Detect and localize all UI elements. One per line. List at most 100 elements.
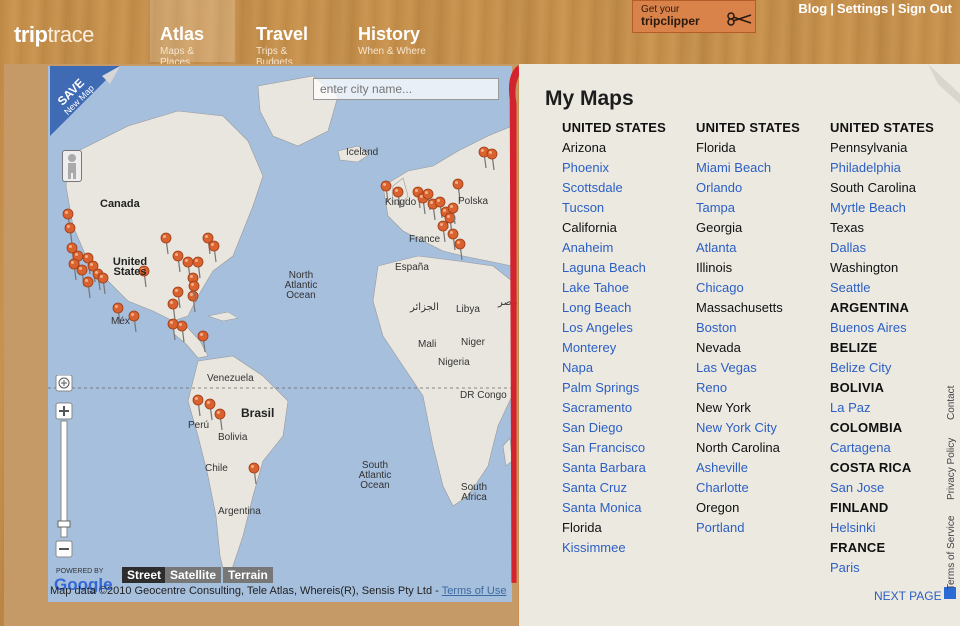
city-link[interactable]: Dallas [830,238,960,258]
side-links: Contact Privacy Policy Terms of Service [944,386,960,590]
map-pin-icon[interactable] [454,238,466,261]
city-link[interactable]: Sacramento [562,398,692,418]
city-link[interactable]: Charlotte [696,478,826,498]
city-link[interactable]: New York City [696,418,826,438]
label-libya: Libya [456,304,480,315]
map-pin-icon[interactable] [486,148,498,171]
city-link[interactable]: Napa [562,358,692,378]
city-link[interactable]: Santa Monica [562,498,692,518]
map-type-terrain[interactable]: Terrain [223,567,273,583]
tab-history-title: History [358,24,421,44]
map-pin-icon[interactable] [204,398,216,421]
city-link[interactable]: Tampa [696,198,826,218]
city-link[interactable]: Orlando [696,178,826,198]
map-pin-icon[interactable] [208,240,220,263]
state-heading: North Carolina [696,440,780,455]
next-page-link[interactable]: NEXT PAGE [874,589,942,603]
map-type-street[interactable]: Street [122,567,167,583]
label-argentina: Argentina [218,506,261,517]
city-link[interactable]: Seattle [830,278,960,298]
city-link[interactable]: Santa Cruz [562,478,692,498]
city-link[interactable]: Monterey [562,338,692,358]
city-link[interactable]: Tucson [562,198,692,218]
settings-link[interactable]: Settings [837,1,888,16]
label-niger: Niger [461,337,485,348]
label-brasil: Brasil [241,406,275,420]
city-link[interactable]: Reno [696,378,826,398]
map-pin-icon[interactable] [197,330,209,353]
map-pin-icon[interactable] [160,232,172,255]
tab-atlas[interactable]: Atlas Maps & Places [150,0,235,68]
city-link[interactable]: Laguna Beach [562,258,692,278]
map-type-satellite[interactable]: Satellite [165,567,222,583]
map-pin-icon[interactable] [82,276,94,299]
country-heading: COLOMBIA [830,420,903,435]
city-link[interactable]: Paris [830,558,960,578]
label-south-africa: South Africa [460,482,488,503]
city-link[interactable]: Anaheim [562,238,692,258]
city-link[interactable]: Santa Barbara [562,458,692,478]
map-pin-icon[interactable] [248,462,260,485]
city-link[interactable]: Cartagena [830,438,960,458]
map-pin-icon[interactable] [64,222,76,245]
city-link[interactable]: San Diego [562,418,692,438]
zoom-control[interactable] [54,375,74,565]
street-view-pegman[interactable] [62,150,82,182]
city-link[interactable]: Lake Tahoe [562,278,692,298]
blog-link[interactable]: Blog [798,1,827,16]
map-pin-icon[interactable] [172,250,184,273]
city-link[interactable]: Las Vegas [696,358,826,378]
city-link[interactable]: La Paz [830,398,960,418]
city-link[interactable]: Atlanta [696,238,826,258]
tab-travel[interactable]: Travel Trips & Budgets [246,0,336,68]
city-search-input[interactable] [313,78,499,100]
tab-history[interactable]: History When & Where [348,0,438,62]
state-heading: Nevada [696,340,741,355]
map-pin-icon[interactable] [176,320,188,343]
contact-link[interactable]: Contact [946,386,957,420]
label-algeria: الجزائر [410,302,439,313]
map-pin-icon[interactable] [167,318,179,341]
terms-of-service-link[interactable]: Terms of Service [946,516,957,590]
city-link[interactable]: San Francisco [562,438,692,458]
city-link[interactable]: Asheville [696,458,826,478]
map-pin-icon[interactable] [192,394,204,417]
city-link[interactable]: Chicago [696,278,826,298]
city-link[interactable]: Long Beach [562,298,692,318]
privacy-policy-link[interactable]: Privacy Policy [946,438,957,500]
city-link[interactable]: Boston [696,318,826,338]
city-link[interactable]: Portland [696,518,826,538]
tripclipper-button[interactable]: Get your tripclipper [632,0,756,33]
city-link[interactable]: Los Angeles [562,318,692,338]
label-united-states: United States [112,256,148,278]
label-mali: Mali [418,339,437,350]
city-link[interactable]: Palm Springs [562,378,692,398]
state-heading: South Carolina [830,180,916,195]
maps-column-2: UNITED STATES Florida Miami Beach Orlando Ta… [696,118,826,538]
city-link[interactable]: Myrtle Beach [830,198,960,218]
city-link[interactable]: Kissimmee [562,538,692,558]
city-link[interactable]: Buenos Aires [830,318,960,338]
city-link[interactable]: Phoenix [562,158,692,178]
maps-column-3: UNITED STATES Pennsylvania Philadelphia Sou… [830,118,960,578]
tab-atlas-title: Atlas [160,24,205,44]
triptrace-logo[interactable]: triptrace [14,22,94,48]
map-pin-icon[interactable] [167,298,179,321]
state-heading: Texas [830,220,864,235]
top-header: triptrace Atlas Maps & Places Travel Tri… [0,0,960,68]
map-pin-icon[interactable] [478,146,490,169]
map-pin-icon[interactable] [214,408,226,431]
city-link[interactable]: Scottsdale [562,178,692,198]
city-link[interactable]: San Jose [830,478,960,498]
state-heading: Massachusetts [696,300,783,315]
sign-out-link[interactable]: Sign Out [898,1,952,16]
world-map[interactable] [48,66,512,602]
state-heading: New York [696,400,751,415]
city-link[interactable]: Belize City [830,358,960,378]
city-link[interactable]: Philadelphia [830,158,960,178]
page-curl-corner[interactable] [928,64,960,104]
city-link[interactable]: Miami Beach [696,158,826,178]
map-pin-icon[interactable] [128,310,140,333]
city-link[interactable]: Helsinki [830,518,960,538]
terms-of-use-link[interactable]: Terms of Use [442,585,507,597]
